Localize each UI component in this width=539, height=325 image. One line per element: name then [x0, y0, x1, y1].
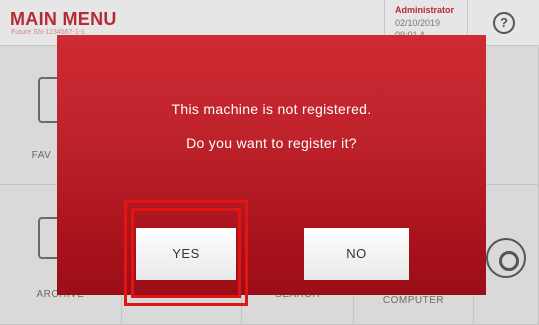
page-title: MAIN MENU [10, 9, 117, 29]
power-icon[interactable] [486, 238, 526, 278]
tile-computer-label: COMPUTER [382, 295, 445, 306]
current-date: 02/10/2019 [395, 18, 441, 28]
yes-highlight-inner-box [131, 208, 241, 298]
registration-dialog: This machine is not registered. Do you w… [57, 35, 486, 295]
user-name: Administrator [395, 5, 455, 15]
no-button[interactable]: NO [304, 228, 409, 280]
dialog-message-line1: This machine is not registered. [171, 101, 372, 117]
dialog-message-line2: Do you want to register it? [186, 135, 357, 151]
main-menu-screen: MAIN MENU Future SN-1234567-1-1 Administ… [0, 0, 539, 325]
help-icon[interactable]: ? [493, 12, 515, 34]
